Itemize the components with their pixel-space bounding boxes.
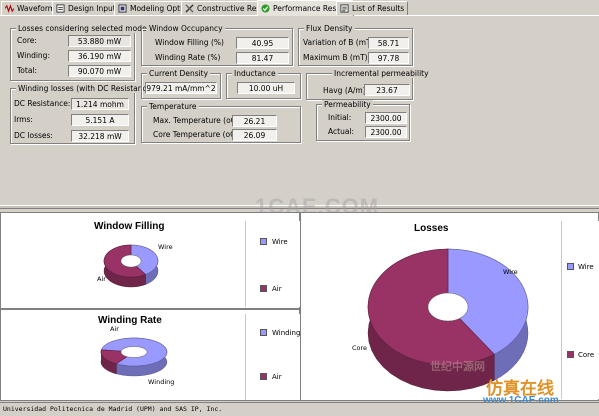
window-filling-label: Window Filling (%) (155, 38, 224, 47)
donut-center (427, 292, 469, 322)
total-label: Total: (17, 66, 38, 75)
tab-label: List of Results (352, 4, 405, 13)
variation-b-label: Variation of B (mT) (303, 38, 374, 47)
legend-label-air: Air (272, 285, 282, 293)
winding-label: Winding: (17, 51, 50, 60)
variation-b-value: 58.71 (368, 37, 409, 49)
winding-rate-label: Winding Rate (%) (155, 53, 221, 62)
slice-label-wire: Wire (503, 268, 518, 276)
slice-label-air: Air (110, 325, 119, 333)
tab-design-inputs[interactable]: Design Inputs (52, 1, 124, 15)
inductance-value: 10.00 uH (237, 82, 295, 94)
winding-losses-dc-group: Winding losses (with DC Resistance) DC R… (10, 84, 157, 144)
watermark-small: 世纪中源网 (430, 361, 485, 373)
tab-list-of-results[interactable]: List of Results (336, 1, 409, 15)
irms-value: 5.151 A (71, 114, 129, 126)
group-title: Temperature (147, 102, 199, 111)
chart-title: Winding Rate (98, 315, 162, 326)
waveform-icon (5, 4, 14, 13)
losses-legend: Wire Core (561, 221, 599, 399)
winding-rate-legend: Winding Air (245, 314, 300, 400)
slice-label-winding: Winding (148, 378, 175, 386)
maximum-b-value: 97.78 (368, 52, 409, 64)
donut-center (120, 346, 148, 358)
group-title: Incremental permeability (332, 69, 431, 78)
legend-label-wire: Wire (272, 238, 288, 246)
temperature-group: Temperature Max. Temperature (oC) 26.21 … (141, 102, 301, 143)
winding-loss-value: 36.190 mW (68, 50, 131, 62)
tab-label: Design Inputs (68, 4, 120, 13)
legend-swatch-air (260, 285, 267, 292)
core-temperature-label: Core Temperature (oC) (153, 130, 239, 139)
status-text: Universidad Politecnica de Madrid (UPM) … (3, 405, 223, 413)
flux-density-group: Flux Density Variation of B (mT) 58.71 M… (298, 24, 413, 66)
window-filling-legend: Wire Air (245, 221, 300, 307)
total-loss-value: 90.070 mW (68, 65, 131, 77)
max-temperature-value: 26.21 (232, 115, 277, 127)
dc-losses-value: 32.218 mW (71, 130, 129, 142)
permeability-group: Permeability Initial: 2300.00 Actual: 23… (316, 100, 410, 141)
inductance-group: Inductance 10.00 uH (226, 69, 301, 99)
chart-title: Window Filling (94, 221, 165, 232)
core-loss-value: 53.880 mW (68, 35, 131, 47)
legend-label-winding: Winding (272, 329, 301, 337)
current-density-value: 979.21 mA/mm^2 (145, 82, 217, 94)
legend-swatch-air (260, 373, 267, 380)
dc-resistance-value: 1.214 mohm (71, 98, 129, 110)
modeling-options-icon (118, 4, 127, 13)
legend-swatch-core (567, 351, 574, 358)
group-title: Losses considering selected model (16, 24, 151, 33)
losses-selected-group: Losses considering selected model Core: … (10, 24, 151, 81)
group-title: Current Density (147, 69, 211, 78)
irms-label: Irms: (14, 115, 33, 124)
legend-label-core: Core (578, 351, 595, 359)
performance-check-icon (261, 4, 270, 13)
window-occupancy-group: Window Occupancy Window Filling (%) 40.9… (141, 24, 293, 66)
tab-bar: Waveforms Design Inputs Modeling Options… (0, 0, 599, 16)
chart-title: Losses (414, 223, 449, 234)
status-bar: Universidad Politecnica de Madrid (UPM) … (0, 402, 599, 416)
slice-label-air: Air (97, 275, 106, 283)
list-icon (340, 4, 349, 13)
winding-rate-chart-panel: Winding Rate Air Winding Winding Air (0, 309, 300, 401)
max-temperature-label: Max. Temperature (oC) (153, 116, 239, 125)
core-label: Core: (17, 36, 37, 45)
dc-resistance-label: DC Resistance: (14, 99, 71, 108)
donut-center (120, 254, 142, 268)
havg-label: Havg (A/m): (323, 86, 369, 95)
initial-permeability-value: 2300.00 (365, 112, 407, 124)
havg-value: 23.67 (364, 84, 410, 96)
winding-rate-value: 81.47 (236, 52, 289, 64)
tools-icon (185, 4, 194, 13)
core-temperature-value: 26.09 (232, 129, 277, 141)
group-title: Permeability (322, 100, 373, 109)
legend-label-wire: Wire (578, 263, 594, 271)
actual-permeability-value: 2300.00 (365, 126, 407, 138)
group-title: Flux Density (304, 24, 355, 33)
legend-label-air: Air (272, 373, 282, 381)
group-title: Window Occupancy (147, 24, 225, 33)
legend-swatch-wire (260, 238, 267, 245)
incremental-permeability-group: Incremental permeability Havg (A/m): 23.… (306, 69, 431, 100)
actual-permeability-label: Actual: (328, 127, 355, 136)
legend-swatch-winding (260, 329, 267, 336)
initial-permeability-label: Initial: (328, 113, 352, 122)
group-title: Inductance (232, 69, 278, 78)
design-inputs-icon (56, 4, 65, 13)
group-title: Winding losses (with DC Resistance) (16, 84, 157, 93)
window-filling-chart-panel: Window Filling Wire Air Wire Air (0, 212, 300, 309)
dc-losses-label: DC losses: (14, 131, 53, 140)
maximum-b-label: Maximum B (mT) (303, 53, 368, 62)
slice-label-core: Core (352, 344, 368, 352)
window-filling-value: 40.95 (236, 37, 289, 49)
legend-swatch-wire (567, 263, 574, 270)
current-density-group: Current Density 979.21 mA/mm^2 (141, 69, 221, 99)
slice-label-wire: Wire (158, 243, 173, 251)
